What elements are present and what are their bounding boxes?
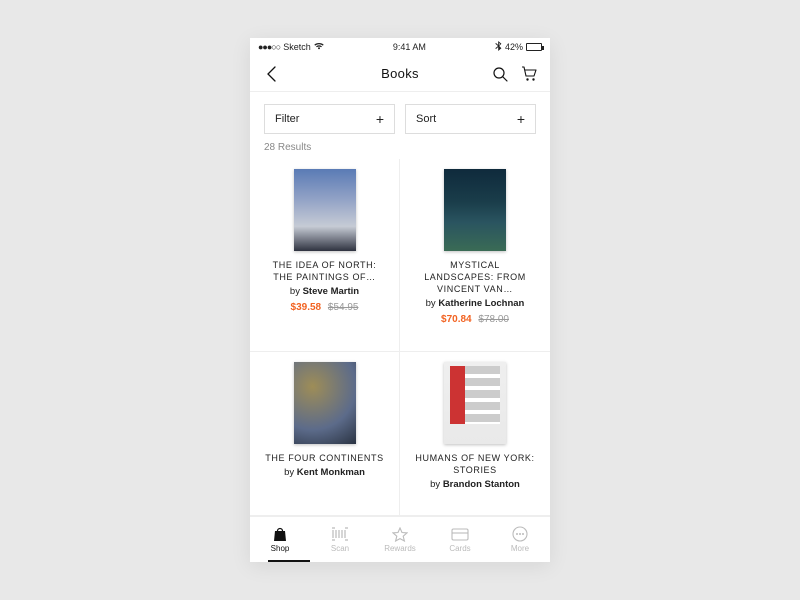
- product-card[interactable]: THE IDEA OF NORTH: THE PAINTINGS OF… by …: [250, 159, 400, 352]
- product-card[interactable]: THE FOUR CONTINENTS by Kent Monkman: [250, 352, 400, 516]
- tab-rewards[interactable]: Rewards: [375, 526, 425, 553]
- sale-price: $39.58: [291, 302, 322, 313]
- back-button[interactable]: [262, 65, 280, 83]
- active-tab-indicator: [268, 560, 310, 562]
- product-author: by Kent Monkman: [284, 467, 365, 478]
- sort-button[interactable]: Sort +: [405, 104, 536, 134]
- product-title: THE FOUR CONTINENTS: [265, 452, 383, 464]
- plus-icon: +: [517, 111, 525, 127]
- bag-icon: [271, 526, 289, 542]
- more-icon: [511, 526, 529, 542]
- cart-button[interactable]: [521, 65, 538, 83]
- filter-button[interactable]: Filter +: [264, 104, 395, 134]
- original-price: $54.95: [328, 302, 359, 313]
- tab-shop[interactable]: Shop: [255, 526, 305, 553]
- controls-row: Filter + Sort +: [250, 92, 550, 142]
- plus-icon: +: [376, 111, 384, 127]
- signal-dots-icon: ●●●○○: [258, 42, 280, 52]
- product-cover-image: [294, 169, 356, 251]
- sale-price: $70.84: [441, 314, 472, 325]
- wifi-icon: [314, 42, 324, 53]
- product-prices: $70.84 $78.00: [441, 314, 509, 325]
- tab-more[interactable]: More: [495, 526, 545, 553]
- product-title: THE IDEA OF NORTH: THE PAINTINGS OF…: [265, 259, 385, 283]
- star-icon: [391, 526, 409, 542]
- product-cover-image: [294, 362, 356, 444]
- product-cover-image: [444, 362, 506, 444]
- results-count: 28 Results: [250, 142, 550, 159]
- phone-frame: ●●●○○ Sketch 9:41 AM 42% Books: [250, 38, 550, 562]
- filter-label: Filter: [275, 113, 299, 125]
- tab-label: Scan: [331, 544, 349, 553]
- bluetooth-icon: [495, 41, 502, 53]
- tab-label: Cards: [449, 544, 470, 553]
- battery-icon: [526, 43, 542, 51]
- tab-label: More: [511, 544, 529, 553]
- product-title: HUMANS OF NEW YORK: STORIES: [415, 452, 535, 476]
- tab-bar: Shop Scan Rewards Cards More: [250, 516, 550, 562]
- product-author: by Steve Martin: [290, 286, 359, 297]
- card-icon: [451, 526, 469, 542]
- product-author: by Katherine Lochnan: [426, 298, 525, 309]
- original-price: $78.00: [478, 314, 509, 325]
- clock: 9:41 AM: [393, 42, 426, 52]
- product-title: MYSTICAL LANDSCAPES: FROM VINCENT VAN…: [415, 259, 535, 295]
- product-author: by Brandon Stanton: [430, 479, 520, 490]
- battery-percent: 42%: [505, 42, 523, 52]
- barcode-icon: [331, 526, 349, 542]
- nav-bar: Books: [250, 56, 550, 92]
- carrier-label: Sketch: [283, 42, 311, 52]
- sort-label: Sort: [416, 113, 436, 125]
- page-title: Books: [381, 66, 419, 81]
- tab-label: Rewards: [384, 544, 416, 553]
- tab-scan[interactable]: Scan: [315, 526, 365, 553]
- product-prices: $39.58 $54.95: [291, 302, 359, 313]
- product-grid: THE IDEA OF NORTH: THE PAINTINGS OF… by …: [250, 159, 550, 516]
- product-cover-image: [444, 169, 506, 251]
- product-card[interactable]: HUMANS OF NEW YORK: STORIES by Brandon S…: [400, 352, 550, 516]
- status-bar: ●●●○○ Sketch 9:41 AM 42%: [250, 38, 550, 56]
- tab-label: Shop: [271, 544, 290, 553]
- tab-cards[interactable]: Cards: [435, 526, 485, 553]
- search-button[interactable]: [492, 65, 509, 83]
- product-card[interactable]: MYSTICAL LANDSCAPES: FROM VINCENT VAN… b…: [400, 159, 550, 352]
